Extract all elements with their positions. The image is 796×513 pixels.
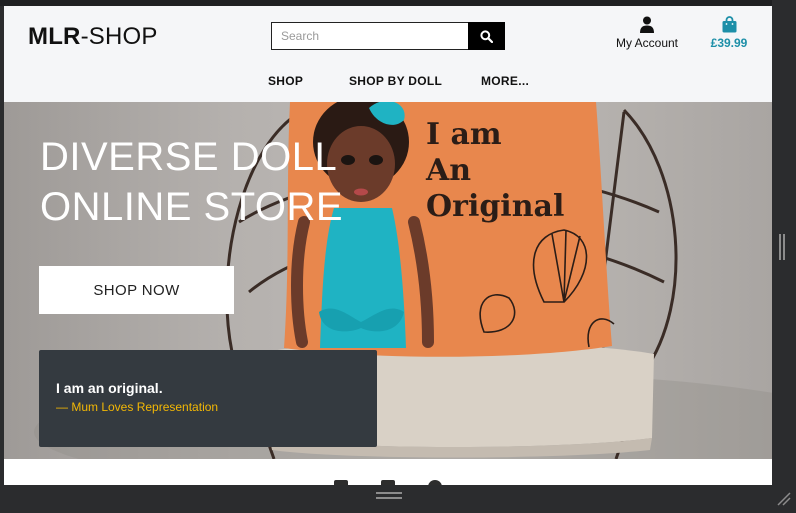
hero-title: DIVERSE DOLL ONLINE STORE bbox=[40, 132, 370, 232]
quote-author: — Mum Loves Representation bbox=[56, 400, 219, 414]
nav-item-shop-by-doll[interactable]: SHOP BY DOLL bbox=[349, 74, 442, 88]
logo-bold-text: MLR bbox=[28, 23, 81, 50]
pillow-text-line-2: An bbox=[425, 153, 471, 188]
my-account-link[interactable]: My Account bbox=[610, 16, 684, 50]
below-hero-section bbox=[4, 459, 772, 485]
browser-viewport: MLR-SHOP My Account bbox=[4, 6, 772, 485]
resize-handle-horizontal[interactable] bbox=[376, 492, 402, 499]
my-account-label: My Account bbox=[615, 36, 679, 50]
hero-title-line-2: ONLINE STORE bbox=[40, 185, 344, 229]
site-logo[interactable]: MLR-SHOP bbox=[28, 23, 158, 51]
shop-now-button[interactable]: SHOP NOW bbox=[39, 266, 234, 314]
search-input[interactable] bbox=[271, 22, 468, 50]
nav-item-more[interactable]: MORE... bbox=[481, 74, 529, 88]
quote-card: I am an original. — Mum Loves Representa… bbox=[39, 350, 377, 447]
site-header: MLR-SHOP My Account bbox=[4, 6, 772, 102]
nav-item-shop[interactable]: SHOP bbox=[268, 74, 303, 88]
main-nav: SHOP SHOP BY DOLL MORE... bbox=[4, 74, 772, 92]
quote-text: I am an original. bbox=[56, 380, 163, 396]
hero-banner: I am An Original DIVERSE DOLL ONLINE STO… bbox=[4, 102, 772, 459]
search-button[interactable] bbox=[468, 22, 505, 50]
hero-title-line-1: DIVERSE DOLL bbox=[40, 135, 338, 179]
search-form bbox=[271, 22, 505, 50]
shopping-bag-icon bbox=[722, 16, 736, 33]
logo-rest-text: -SHOP bbox=[80, 23, 158, 50]
resize-handle-vertical[interactable] bbox=[779, 234, 785, 260]
search-icon bbox=[480, 29, 493, 43]
devtools-bottom-panel bbox=[0, 485, 796, 513]
pillow-text-line-1: I am bbox=[426, 117, 502, 152]
pillow-text-line-3: Original bbox=[426, 189, 564, 224]
cart-link[interactable]: £39.99 bbox=[704, 16, 754, 50]
resize-corner-icon[interactable] bbox=[774, 489, 792, 507]
user-icon bbox=[640, 16, 654, 33]
cart-total: £39.99 bbox=[710, 36, 748, 50]
